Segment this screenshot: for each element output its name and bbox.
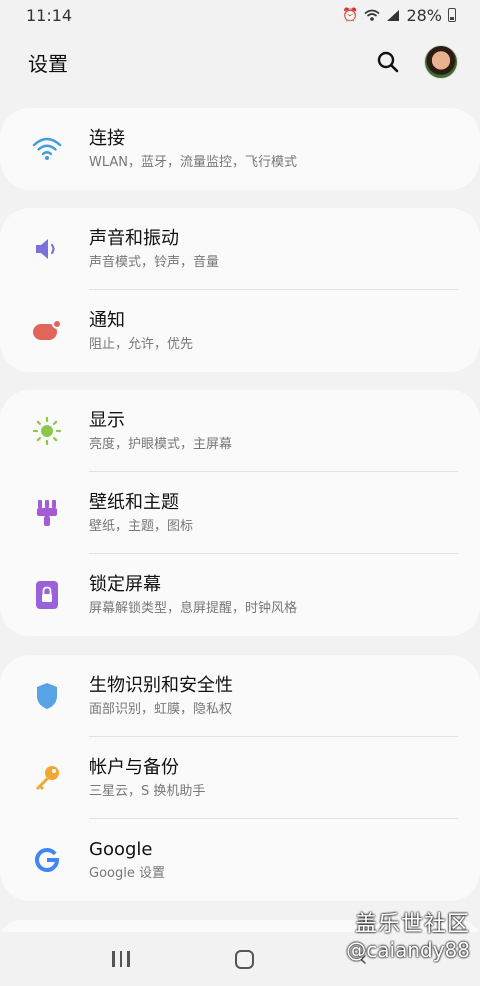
watermark: 盖乐世社区 @caiandy88 [346, 906, 470, 962]
brightness-icon [32, 416, 62, 446]
settings-item-title: 连接 [89, 128, 125, 149]
wifi-icon [32, 134, 62, 164]
battery-icon [448, 8, 456, 22]
settings-item-title: 声音和振动 [89, 228, 179, 249]
page-title: 设置 [28, 51, 68, 76]
settings-item-subtitle: 亮度，护眼模式，主屏幕 [89, 437, 233, 452]
shield-icon [32, 681, 62, 711]
settings-item-subtitle: 屏幕解锁类型，息屏提醒，时钟风格 [89, 601, 298, 616]
settings-item-display[interactable]: 显示 亮度，护眼模式，主屏幕 [0, 390, 480, 472]
home-button[interactable] [234, 949, 254, 969]
watermark-user: @caiandy88 [346, 938, 470, 962]
watermark-community: 盖乐世社区 [354, 912, 470, 937]
volume-icon [32, 234, 62, 264]
settings-item-notifications[interactable]: 通知 阻止，允许，优先 [0, 290, 480, 372]
recent-apps-button[interactable] [112, 951, 130, 967]
avatar[interactable] [424, 45, 458, 79]
settings-item-subtitle: 声音模式，铃声，音量 [89, 255, 220, 270]
settings-item-title: Google [89, 839, 153, 860]
settings-item-accounts-backup[interactable]: 帐户与备份 三星云，S 换机助手 [0, 737, 480, 819]
status-icons: ⏰ 28% [342, 6, 456, 25]
search-icon [377, 51, 399, 73]
settings-item-biometrics-security[interactable]: 生物识别和安全性 面部识别，虹膜，隐私权 [0, 655, 480, 737]
settings-item-subtitle: 三星云，S 换机助手 [89, 784, 206, 799]
key-icon [32, 763, 62, 793]
search-button[interactable] [374, 48, 402, 76]
settings-item-title: 显示 [89, 410, 125, 431]
settings-item-google[interactable]: Google Google 设置 [0, 819, 480, 901]
settings-item-title: 生物识别和安全性 [89, 675, 233, 696]
notification-icon [32, 316, 62, 346]
settings-item-title: 通知 [89, 310, 125, 331]
wifi-icon [364, 9, 380, 21]
settings-item-subtitle: WLAN，蓝牙，流量监控，飞行模式 [89, 155, 298, 170]
settings-group-connections: 连接 WLAN，蓝牙，流量监控，飞行模式 [0, 108, 480, 190]
settings-item-subtitle: Google 设置 [89, 866, 165, 881]
paint-brush-icon [32, 498, 62, 528]
settings-item-title: 壁纸和主题 [89, 492, 179, 513]
settings-item-title: 帐户与备份 [89, 757, 179, 778]
settings-group-security-accounts: 生物识别和安全性 面部识别，虹膜，隐私权 帐户与备份 三星云，S 换机助手 Go… [0, 655, 480, 901]
battery-percent: 28% [406, 5, 442, 25]
settings-item-subtitle: 阻止，允许，优先 [89, 337, 194, 352]
settings-group-sound-notifications: 声音和振动 声音模式，铃声，音量 通知 阻止，允许，优先 [0, 208, 480, 372]
status-time: 11:14 [26, 5, 73, 25]
settings-item-connections[interactable]: 连接 WLAN，蓝牙，流量监控，飞行模式 [0, 108, 480, 190]
signal-icon [387, 9, 400, 21]
settings-group-display: 显示 亮度，护眼模式，主屏幕 壁纸和主题 壁纸，主题，图标 锁定屏幕 屏幕解锁类… [0, 390, 480, 636]
settings-header: 设置 [0, 30, 480, 94]
settings-item-wallpaper-themes[interactable]: 壁纸和主题 壁纸，主题，图标 [0, 472, 480, 554]
header-actions [374, 45, 458, 79]
settings-item-subtitle: 面部识别，虹膜，隐私权 [89, 702, 233, 717]
settings-item-subtitle: 壁纸，主题，图标 [89, 519, 194, 534]
settings-item-sound[interactable]: 声音和振动 声音模式，铃声，音量 [0, 208, 480, 290]
lock-icon [32, 580, 62, 610]
settings-item-lock-screen[interactable]: 锁定屏幕 屏幕解锁类型，息屏提醒，时钟风格 [0, 554, 480, 636]
alarm-icon: ⏰ [342, 7, 359, 23]
settings-item-title: 锁定屏幕 [89, 574, 161, 595]
status-bar: 11:14 ⏰ 28% [0, 0, 480, 30]
google-icon [32, 845, 62, 875]
